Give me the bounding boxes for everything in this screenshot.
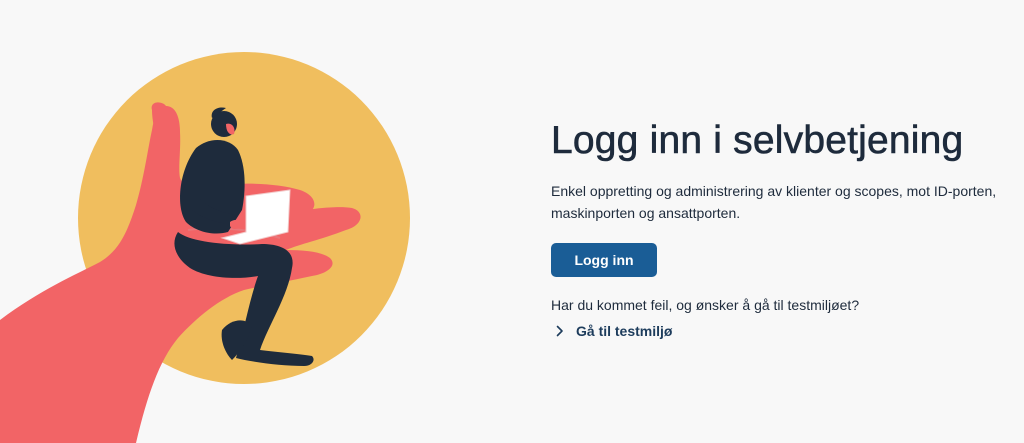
page-title: Logg inn i selvbetjening [551,119,964,163]
chevron-right-icon [556,325,563,337]
test-environment-link[interactable]: Gå til testmiljø [551,323,1011,339]
hand-holding-person-illustration [0,52,410,443]
login-button[interactable]: Logg inn [551,243,657,277]
test-environment-link-label: Gå til testmiljø [576,323,673,339]
login-page: Logg inn i selvbetjening Enkel opprettin… [0,0,1024,443]
login-content: Logg inn i selvbetjening Enkel opprettin… [551,116,1011,339]
test-environment-question: Har du kommet feil, og ønsker å gå til t… [551,297,860,313]
intro-text: Enkel oppretting og administrering av kl… [551,183,997,221]
